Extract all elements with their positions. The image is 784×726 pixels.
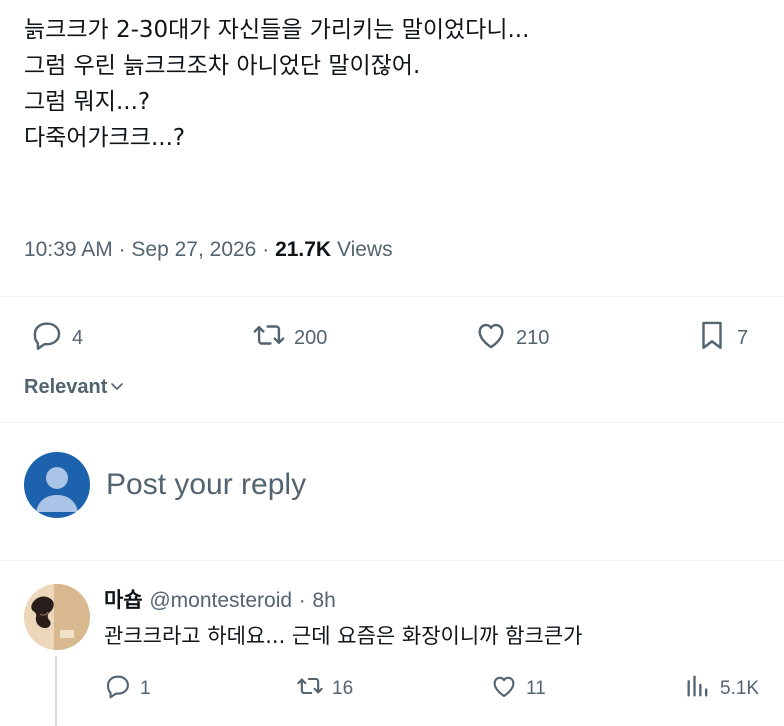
default-profile-icon [36, 467, 78, 512]
tweet-text: 늙크크가 2-30대가 자신들을 가리키는 말이었다니... 그럼 우린 늙크크… [24, 12, 764, 156]
divider [0, 560, 784, 561]
tweet-metadata: 10:39 AM · Sep 27, 2026 · 21.7K Views [24, 238, 393, 262]
reply-age[interactable]: 8h [312, 589, 335, 612]
tweet-line: 그럼 우린 늙크크조차 아니었단 말이잖어. [24, 53, 421, 79]
heart-icon [490, 672, 518, 706]
chevron-down-icon [107, 374, 125, 400]
reply-display-name[interactable]: 마숍 [104, 588, 143, 612]
views-label: Views [336, 238, 393, 261]
reply-icon [104, 672, 132, 706]
tweet-action-bar: 4 200 210 7 [0, 318, 784, 358]
tweet-date[interactable]: Sep 27, 2026 [131, 238, 256, 261]
reply-views-button[interactable]: 5.1K [684, 674, 759, 704]
meta-separator: · [262, 238, 270, 261]
retweet-count: 200 [294, 326, 328, 349]
reply-views-count: 5.1K [720, 678, 760, 699]
divider [0, 422, 784, 423]
sort-label: Relevant [24, 375, 108, 398]
tweet-line: 다죽어가크크...? [24, 125, 186, 151]
tweet-time[interactable]: 10:39 AM [24, 238, 113, 261]
retweet-icon [252, 318, 286, 358]
retweet-icon [296, 672, 324, 706]
divider [0, 296, 784, 297]
reply-composer: Post your reply [24, 452, 706, 518]
bookmark-count: 7 [737, 326, 749, 349]
reply-count: 4 [72, 326, 84, 349]
sort-relevant-dropdown[interactable]: Relevant [24, 374, 125, 400]
reply-separator: · [298, 589, 306, 612]
heart-icon [474, 318, 508, 358]
reply-button[interactable]: 4 [30, 318, 83, 358]
tweet-line: 그럼 뭐지...? [24, 89, 151, 115]
reply-reply-button[interactable]: 1 [104, 674, 151, 704]
reply-text: 관크크라고 하데요... 근데 요즘은 화장이니까 함크큰가 [104, 624, 583, 648]
user-avatar[interactable] [24, 452, 90, 518]
like-count: 210 [516, 326, 550, 349]
reply-reply-count: 1 [140, 678, 151, 699]
reply-retweet-count: 16 [332, 678, 354, 699]
reply-action-bar: 1 16 11 5.1K [24, 674, 784, 704]
reply-like-button[interactable]: 11 [490, 674, 546, 704]
reply-avatar[interactable] [24, 584, 90, 650]
like-button[interactable]: 210 [474, 318, 549, 358]
retweet-button[interactable]: 200 [252, 318, 327, 358]
bookmark-button[interactable]: 7 [695, 318, 748, 358]
views-count[interactable]: 21.7K [275, 238, 331, 261]
reply-retweet-button[interactable]: 16 [296, 674, 353, 704]
views-chart-icon [684, 672, 712, 706]
bookmark-icon [695, 318, 729, 358]
reply-handle[interactable]: @montesteroid [149, 589, 292, 612]
meta-separator: · [118, 238, 126, 261]
reply-input[interactable]: Post your reply [106, 465, 706, 505]
reply-icon [30, 318, 64, 358]
tweet-line: 늙크크가 2-30대가 자신들을 가리키는 말이었다니... [24, 17, 530, 43]
reply-header: 마숍 @montesteroid · 8h [104, 584, 336, 614]
reply-like-count: 11 [526, 678, 546, 699]
reply-avatar-image [24, 584, 90, 650]
